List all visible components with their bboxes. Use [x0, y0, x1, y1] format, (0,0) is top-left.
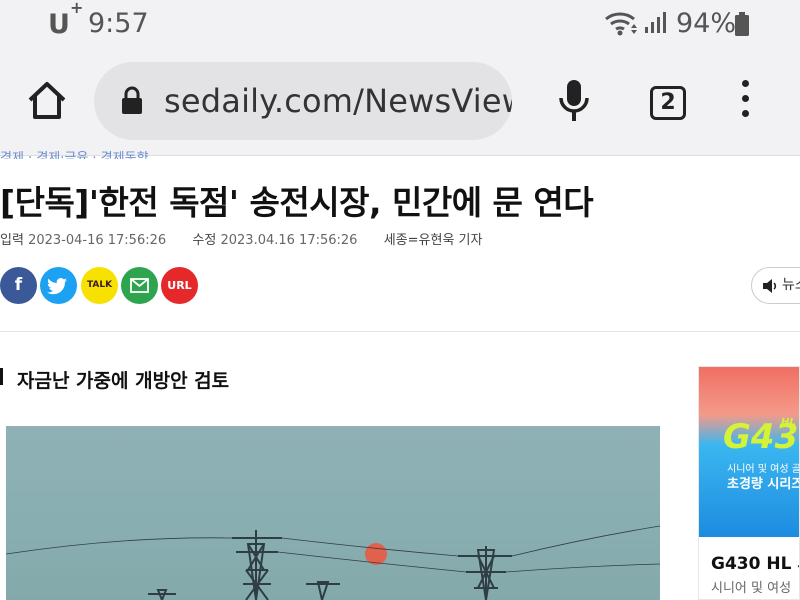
speaker-icon	[763, 279, 777, 293]
battery-icon	[734, 12, 750, 40]
twitter-share-button[interactable]	[40, 267, 77, 304]
subheading-marker	[0, 368, 3, 385]
status-bar: U+ 9:57 94%	[0, 0, 800, 48]
url-text: sedaily.com/NewsView/29NP39YL8A	[164, 82, 512, 120]
listen-button[interactable]: 뉴스	[751, 267, 800, 304]
carrier-label: U+	[48, 0, 84, 40]
address-bar[interactable]: sedaily.com/NewsView/29NP39YL8A	[94, 62, 512, 140]
kakao-share-button[interactable]: TALK	[81, 267, 118, 304]
article-headline: [단독]'한전 독점' 송전시장, 민간에 문 연다	[0, 183, 594, 222]
browser-toolbar: sedaily.com/NewsView/29NP39YL8A 2	[0, 48, 800, 156]
url-copy-button[interactable]: URL	[161, 267, 198, 304]
article-subheading: 자금난 가중에 개방안 검토	[17, 370, 230, 392]
power-tower-photo[interactable]	[6, 426, 660, 600]
ad-brand-sup: HL	[781, 417, 796, 428]
edit-time: 2023.04.16 17:56:26	[220, 233, 358, 248]
ad-description: 시니어 및 여성	[711, 581, 792, 596]
twitter-icon	[47, 278, 67, 295]
breadcrumb[interactable]: 경제 · 경제·금융 · 경제동향	[0, 147, 149, 159]
home-icon[interactable]	[24, 78, 70, 124]
divider	[0, 331, 800, 332]
mail-icon	[130, 278, 149, 293]
status-time: 9:57	[88, 8, 149, 39]
input-time: 2023-04-16 17:56:26	[28, 233, 167, 248]
listen-label: 뉴스	[782, 277, 800, 293]
ad-title[interactable]: G430 HL 시리즈	[711, 549, 799, 574]
facebook-share-button[interactable]: f	[0, 267, 37, 304]
tabs-icon[interactable]: 2	[650, 86, 686, 120]
transmission-towers-graphic	[6, 525, 660, 600]
edit-label: 수정	[192, 233, 217, 248]
lock-icon	[120, 86, 144, 120]
input-label: 입력	[0, 233, 24, 248]
ad-image[interactable]: G43 HL 시니어 및 여성 골프 초경량 시리즈	[699, 367, 800, 537]
ad-tagline-bold: 초경량 시리즈	[727, 477, 800, 492]
more-vertical-icon[interactable]	[738, 80, 752, 124]
microphone-icon[interactable]	[556, 78, 592, 124]
wifi-icon	[604, 10, 638, 40]
sidebar-ad[interactable]: G43 HL 시니어 및 여성 골프 초경량 시리즈 G430 HL 시리즈 시…	[698, 366, 800, 600]
battery-percent: 94%	[676, 8, 737, 39]
reporter: 세종=유현욱 기자	[383, 233, 483, 248]
signal-icon	[644, 12, 668, 38]
article-meta: 입력 2023-04-16 17:56:26 수정 2023.04.16 17:…	[0, 229, 482, 248]
mail-share-button[interactable]	[121, 267, 158, 304]
